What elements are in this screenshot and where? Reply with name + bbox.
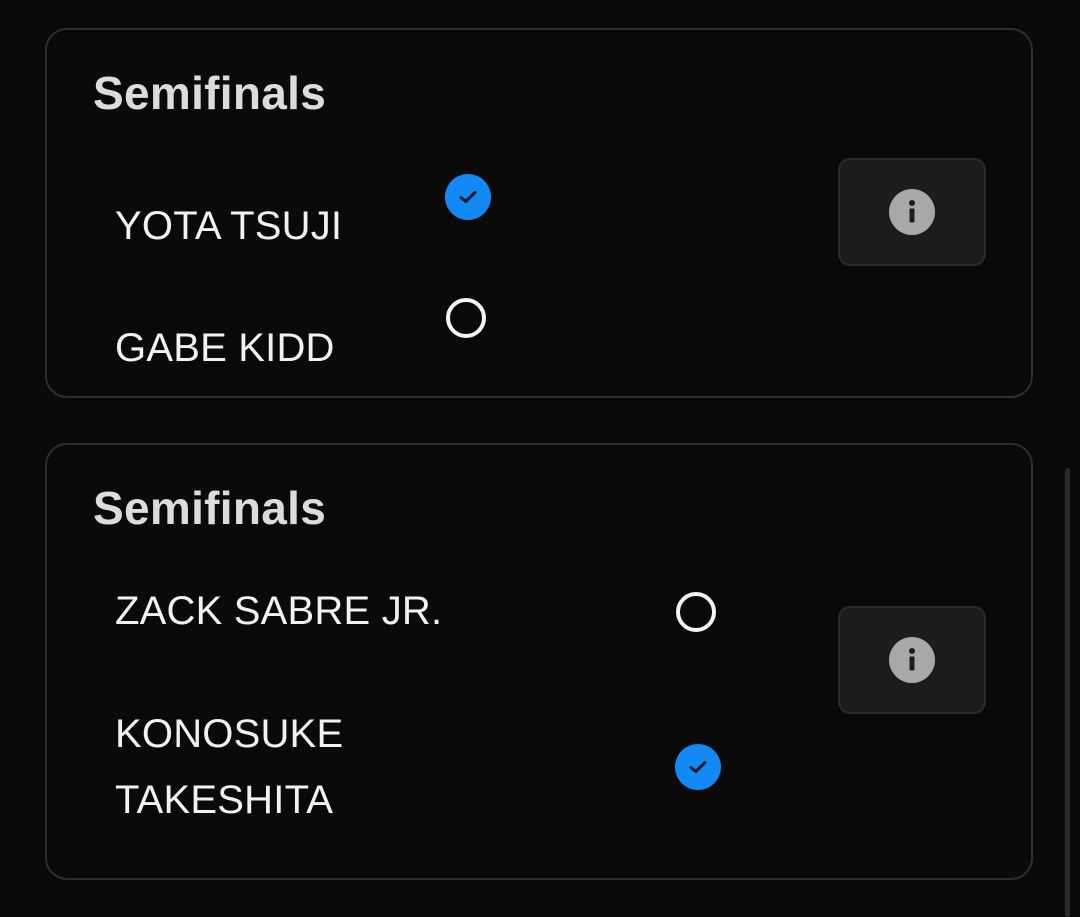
match-card: Semifinals ZACK SABRE JR. KONOSUKE TAKES… bbox=[45, 443, 1033, 880]
unselected-radio-icon[interactable] bbox=[676, 592, 716, 632]
participant-name: GABE KIDD bbox=[115, 326, 335, 370]
participant-option-zack-sabre-jr[interactable]: ZACK SABRE JR. bbox=[115, 579, 442, 643]
match-card: Semifinals YOTA TSUJI GABE KIDD bbox=[45, 28, 1033, 398]
selected-radio-icon[interactable] bbox=[675, 744, 721, 790]
participant-option-gabe-kidd[interactable]: GABE KIDD bbox=[115, 316, 335, 380]
scrollbar[interactable] bbox=[1065, 468, 1070, 917]
info-button[interactable] bbox=[838, 606, 986, 714]
info-icon bbox=[889, 189, 935, 235]
selected-radio-icon[interactable] bbox=[445, 174, 491, 220]
participant-option-yota-tsuji[interactable]: YOTA TSUJI bbox=[115, 194, 342, 258]
participant-name: YOTA TSUJI bbox=[115, 204, 343, 248]
check-icon bbox=[459, 191, 477, 203]
pick-list-page: Semifinals YOTA TSUJI GABE KIDD Semifina… bbox=[0, 0, 1080, 917]
match-title: Semifinals bbox=[93, 482, 327, 534]
unselected-radio-icon[interactable] bbox=[446, 298, 486, 338]
check-icon bbox=[689, 761, 707, 773]
participant-name: ZACK SABRE JR. bbox=[115, 589, 443, 633]
match-title: Semifinals bbox=[93, 67, 327, 119]
participant-option-konosuke-takeshita[interactable]: KONOSUKE TAKESHITA bbox=[115, 701, 343, 833]
participant-name-line2: TAKESHITA bbox=[115, 778, 334, 822]
info-icon bbox=[889, 637, 935, 683]
info-button[interactable] bbox=[838, 158, 986, 266]
participant-name-line1: KONOSUKE bbox=[115, 712, 344, 756]
